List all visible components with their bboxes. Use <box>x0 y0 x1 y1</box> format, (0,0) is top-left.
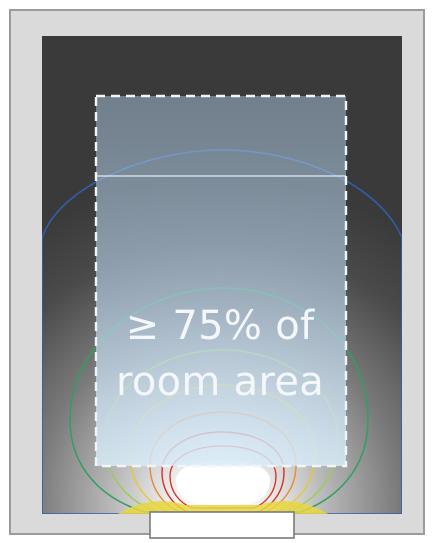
window-opening <box>149 511 295 539</box>
highlighted-room-area <box>96 96 346 466</box>
daylight-floor-plan: ≥ 75% of room area <box>0 0 435 543</box>
floor-plan-diagram <box>9 9 425 539</box>
